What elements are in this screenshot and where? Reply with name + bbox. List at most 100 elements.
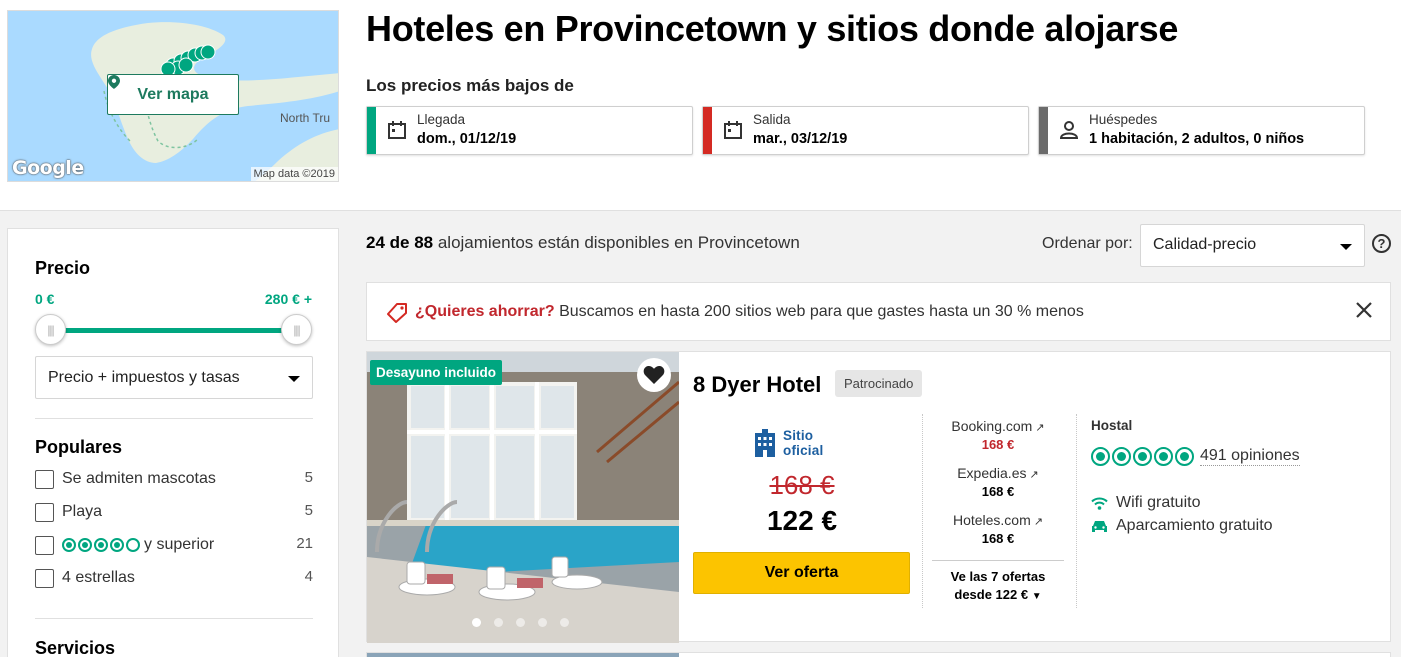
hotel-name-link[interactable]: 8 Dyer Hotel <box>693 372 821 398</box>
savings-text: ¿Quieres ahorrar? Buscamos en hasta 200 … <box>415 303 1084 321</box>
price-mode-value: Precio + impuestos y tasas <box>48 369 240 386</box>
caret-down-icon: ▼ <box>1031 591 1042 602</box>
checkout-label: Salida <box>753 112 791 127</box>
divider <box>932 560 1064 561</box>
map-pin-icon <box>108 75 120 89</box>
view-map-button[interactable]: Ver mapa <box>107 74 239 115</box>
map-town-label: North Tru <box>280 111 331 125</box>
more-offers-line1: Ve las 7 ofertas <box>950 569 1046 584</box>
chevron-down-icon <box>1340 244 1352 250</box>
current-price: 122 € <box>766 505 838 536</box>
guests-label: Huéspedes <box>1089 112 1158 127</box>
chevron-down-icon <box>288 376 300 382</box>
results-count: 24 de 88 alojamientos están disponibles … <box>366 233 800 253</box>
filter-beach[interactable]: Playa 5 <box>35 502 313 526</box>
price-slider-min-handle[interactable]: ||| <box>35 314 66 345</box>
popular-heading: Populares <box>35 437 123 457</box>
filters-panel: Precio 0 € 280 € + ||| ||| Precio + impu… <box>7 228 339 657</box>
divider <box>922 414 923 608</box>
sort-value: Calidad-precio <box>1153 236 1257 253</box>
guests-value: 1 habitación, 2 adultos, 0 niños <box>1089 131 1305 147</box>
checkbox[interactable] <box>35 503 54 522</box>
offer-hoteles[interactable]: Hoteles.com 168 € <box>932 512 1064 546</box>
amenity-label: Aparcamiento gratuito <box>1116 517 1273 534</box>
photo-dot[interactable] <box>560 618 569 627</box>
person-icon <box>1059 121 1079 139</box>
checkbox[interactable] <box>35 470 54 489</box>
checkout-value: mar., 03/12/19 <box>753 131 848 147</box>
results-count-number: 24 de 88 <box>366 233 434 252</box>
heart-icon <box>643 366 665 384</box>
offer-booking[interactable]: Booking.com 168 € <box>932 418 1064 452</box>
search-header: North Tru Ver mapa Google Map data ©2019… <box>0 0 1401 210</box>
photo-dot[interactable] <box>538 618 547 627</box>
checkout-field[interactable]: Salida mar., 03/12/19 <box>702 106 1029 155</box>
filter-count: 21 <box>296 535 313 552</box>
amenity-wifi: Wifi gratuito <box>1091 494 1200 512</box>
filter-label: 4 estrellas <box>62 569 135 586</box>
car-icon <box>1092 520 1107 532</box>
main-offer: Sitio oficial 168 € 122 € Ver oferta <box>693 412 911 602</box>
photo-dot[interactable] <box>494 618 503 627</box>
offer-site: Booking.com <box>932 418 1064 434</box>
checkin-value: dom., 01/12/19 <box>417 131 517 147</box>
hotel-info: Hostal 491 opiniones Wifi gratuito Aparc… <box>1091 418 1371 534</box>
original-price: 168 € <box>769 470 835 500</box>
filter-count: 4 <box>304 568 313 585</box>
more-offers-line2: desde 122 € <box>954 587 1029 602</box>
amenity-parking: Aparcamiento gratuito <box>1091 517 1273 535</box>
price-heading: Precio <box>35 258 91 278</box>
sort-label: Ordenar por: <box>1042 235 1133 252</box>
view-all-offers-link[interactable]: Ve las 7 ofertas desde 122 € ▼ <box>932 568 1064 606</box>
help-icon[interactable]: ? <box>1372 234 1391 253</box>
lowest-prices-label: Los precios más bajos de <box>366 76 574 95</box>
checkbox[interactable] <box>35 569 54 588</box>
savings-description: Buscamos en hasta 200 sitios web para qu… <box>559 303 1084 320</box>
filter-4-stars[interactable]: 4 estrellas 4 <box>35 568 313 592</box>
hotel-photo[interactable]: Desayuno incluido <box>367 352 679 643</box>
guests-field[interactable]: Huéspedes 1 habitación, 2 adultos, 0 niñ… <box>1038 106 1365 155</box>
filter-rating-label: y superior <box>62 536 214 554</box>
building-icon <box>755 429 775 457</box>
hotel-photo-image <box>367 352 679 643</box>
filter-count: 5 <box>304 502 313 519</box>
reviews-link[interactable]: 491 opiniones <box>1200 447 1300 466</box>
offer-price: 168 € <box>981 484 1015 499</box>
hotel-rating[interactable]: 491 opiniones <box>1091 447 1300 466</box>
filter-rating[interactable]: y superior 21 <box>35 535 313 559</box>
close-icon[interactable] <box>1354 300 1374 320</box>
divider <box>35 618 313 619</box>
price-slider-max-handle[interactable]: ||| <box>281 314 312 345</box>
checkbox[interactable] <box>35 536 54 555</box>
photo-dot[interactable] <box>472 618 481 627</box>
rating-bubbles-icon <box>62 538 140 552</box>
photo-dot[interactable] <box>516 618 525 627</box>
offer-expedia[interactable]: Expedia.es 168 € <box>932 465 1064 499</box>
price-mode-select[interactable]: Precio + impuestos y tasas <box>35 356 313 399</box>
divider <box>1076 414 1077 608</box>
savings-banner: ¿Quieres ahorrar? Buscamos en hasta 200 … <box>366 282 1391 341</box>
filter-label: Se admiten mascotas <box>62 470 216 487</box>
save-favorite-button[interactable] <box>637 358 671 392</box>
checkin-label: Llegada <box>417 112 466 127</box>
photo-pagination <box>472 618 569 627</box>
official-line2: oficial <box>783 443 824 458</box>
price-slider-track <box>50 328 298 333</box>
view-deal-button[interactable]: Ver oferta <box>693 552 910 594</box>
price-min: 0 € <box>35 291 55 307</box>
offer-site: Hoteles.com <box>932 512 1064 528</box>
filter-count: 5 <box>304 469 313 486</box>
property-type: Hostal <box>1091 418 1133 433</box>
breakfast-badge: Desayuno incluido <box>370 360 503 385</box>
price-tag-icon <box>387 303 407 323</box>
sort-select[interactable]: Calidad-precio <box>1140 224 1365 267</box>
filter-pets[interactable]: Se admiten mascotas 5 <box>35 469 313 493</box>
next-hotel-photo[interactable] <box>367 653 679 657</box>
hotel-card: Desayuno incluido 8 Dyer Hotel Patrocina… <box>366 351 1391 643</box>
map-thumbnail[interactable]: North Tru Ver mapa Google Map data ©2019 <box>7 10 339 182</box>
wifi-icon <box>1091 497 1108 510</box>
checkin-field[interactable]: Llegada dom., 01/12/19 <box>366 106 693 155</box>
calendar-icon <box>388 121 406 139</box>
official-site-badge: Sitio oficial <box>755 428 823 458</box>
results-count-text: alojamientos están disponibles en Provin… <box>437 233 800 252</box>
